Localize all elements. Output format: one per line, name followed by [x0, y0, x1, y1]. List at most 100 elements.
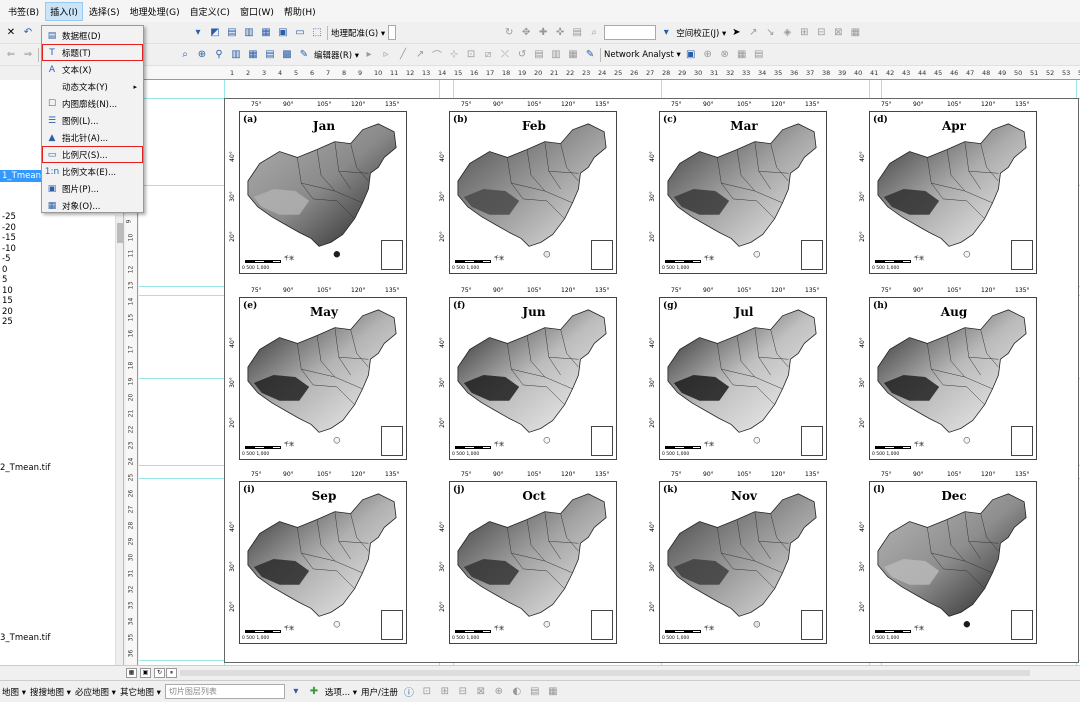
directions-icon[interactable]: ▤ [752, 48, 766, 62]
map-frame[interactable]: (b) Feb 千米 0 500 1,000 [449, 111, 617, 274]
tool-e-icon[interactable]: ⊕ [492, 685, 506, 699]
map-panel[interactable]: 75° 90° 105° 120° 135° 40° 30° 20° (k) Nov 千米 0 500… [645, 471, 828, 644]
modify-link-icon[interactable]: ↘ [763, 26, 777, 40]
map-panel[interactable]: 75° 90° 105° 120° 135° 40° 30° 20° (d) Apr 千米 0 500… [855, 101, 1038, 274]
pencil-icon[interactable]: ✎ [583, 48, 597, 62]
tile-dropdown-icon[interactable]: ▾ [289, 685, 303, 699]
view-link-table-icon[interactable]: ▤ [570, 26, 584, 40]
network-analyst-dropdown[interactable]: Network Analyst ▾ [604, 50, 681, 60]
insert-menu-item[interactable]: ▦ 对象(O)... [42, 197, 143, 214]
create-viewer-icon[interactable]: ▩ [280, 48, 294, 62]
map-frame[interactable]: (l) Dec 千米 0 500 1,000 [869, 481, 1037, 644]
info-icon[interactable]: ⓘ [402, 685, 416, 699]
map-frame[interactable]: (j) Oct 千米 0 500 1,000 [449, 481, 617, 644]
data-view-icon[interactable]: ▦ [126, 668, 137, 678]
arrow-left-icon[interactable]: ⇐ [4, 48, 18, 62]
insert-menu-item[interactable]: ☐ 内图廓线(N)... [42, 95, 143, 112]
rotate-tool-icon[interactable]: ↺ [515, 48, 529, 62]
view-link-table2-icon[interactable]: ▦ [848, 26, 862, 40]
map-panel[interactable]: 75° 90° 105° 120° 135° 40° 30° 20° (h) Aug 千米 0 500… [855, 287, 1038, 460]
create-network-location-icon[interactable]: ⊕ [701, 48, 715, 62]
arctoolbox-icon[interactable]: ▣ [276, 26, 290, 40]
editor-pencil-icon[interactable]: ✎ [297, 48, 311, 62]
shift-icon[interactable]: ✥ [519, 26, 533, 40]
georef-layer-select[interactable] [388, 25, 397, 40]
tile-layer-list[interactable]: 切片图层列表 [164, 684, 285, 699]
map-panel[interactable]: 75° 90° 105° 120° 135° 40° 30° 20° (j) Oct 千米 0 500… [435, 471, 618, 644]
tool-a-icon[interactable]: ⊡ [420, 685, 434, 699]
map-panel[interactable]: 75° 90° 105° 120° 135° 40° 30° 20° (i) Sep 千米 0 500… [225, 471, 408, 644]
tool-g-icon[interactable]: ▤ [528, 685, 542, 699]
tool-b-icon[interactable]: ⊞ [438, 685, 452, 699]
select-move-location-icon[interactable]: ⊗ [718, 48, 732, 62]
trace-icon[interactable]: ⌒ [430, 48, 444, 62]
spatial-adjustment-dropdown[interactable]: 空间校正(J) ▾ [676, 27, 726, 39]
new-displacement-link-icon[interactable]: ↗ [746, 26, 760, 40]
insert-menu-item[interactable]: ▤ 数据框(D) [42, 27, 143, 44]
editor-dropdown[interactable]: 编辑器(R) ▾ [314, 49, 359, 61]
toc-window-icon[interactable]: ▤ [225, 26, 239, 40]
refresh-icon[interactable]: ↻ [154, 668, 165, 678]
edit-vertices-icon[interactable]: ⊹ [447, 48, 461, 62]
tool-f-icon[interactable]: ◐ [510, 685, 524, 699]
tool-h-icon[interactable]: ▦ [546, 685, 560, 699]
map-frame[interactable]: (k) Nov 千米 0 500 1,000 [659, 481, 827, 644]
split-icon[interactable]: ⤫ [498, 48, 512, 62]
insert-menu-item[interactable]: ▣ 图片(P)... [42, 180, 143, 197]
map-dropdown[interactable]: 地图 ▾ [2, 686, 26, 698]
insert-menu-item[interactable]: ▲ 指北针(A)... [42, 129, 143, 146]
rotate-icon[interactable]: ↻ [502, 26, 516, 40]
undo-icon[interactable]: ↶ [21, 26, 35, 40]
straight-segment-icon[interactable]: ╱ [396, 48, 410, 62]
map-panel[interactable]: 75° 90° 105° 120° 135° 40° 30° 20° (a) Jan 千米 0 500… [225, 101, 408, 274]
find-route-icon[interactable]: ⊕ [195, 48, 209, 62]
edit-tool-icon[interactable]: ▸ [362, 48, 376, 62]
menu-insert[interactable]: 插入(I) [45, 1, 83, 21]
menu-bookmarks[interactable]: 书签(B) [4, 3, 43, 20]
menu-selection[interactable]: 选择(S) [85, 3, 124, 20]
search-window-icon[interactable]: ▦ [259, 26, 273, 40]
menu-geoprocessing[interactable]: 地理处理(G) [126, 3, 184, 20]
map-frame[interactable]: (a) Jan 千米 0 500 1,000 [239, 111, 407, 274]
layout-view-icon[interactable]: ▣ [140, 668, 151, 678]
delete-icon[interactable]: ✕ [4, 26, 18, 40]
sketch-properties-icon[interactable]: ▥ [549, 48, 563, 62]
options-dropdown[interactable]: 选项... ▾ [325, 686, 357, 698]
map-frame[interactable]: (h) Aug 千米 0 500 1,000 [869, 297, 1037, 460]
map-panel[interactable]: 75° 90° 105° 120° 135° 40° 30° 20° (l) Dec 千米 0 500… [855, 471, 1038, 644]
menu-window[interactable]: 窗口(W) [236, 3, 278, 20]
georef-transform-field[interactable] [604, 25, 657, 40]
clear-limited-icon[interactable]: ⊠ [831, 26, 845, 40]
insert-menu-item[interactable]: 动态文本(Y) ▸ [42, 78, 143, 95]
toc-scroll-thumb[interactable] [117, 223, 123, 243]
map-frame[interactable]: (i) Sep 千米 0 500 1,000 [239, 481, 407, 644]
scale-dropdown-icon[interactable]: ▾ [191, 26, 205, 40]
arrow-right-icon[interactable]: ⇒ [21, 48, 35, 62]
map-frame[interactable]: (c) Mar 千米 0 500 1,000 [659, 111, 827, 274]
map-panel[interactable]: 75° 90° 105° 120° 135° 40° 30° 20° (f) Jun 千米 0 500… [435, 287, 618, 460]
add-tile-icon[interactable]: ✚ [307, 685, 321, 699]
tool-c-icon[interactable]: ⊟ [456, 685, 470, 699]
layout-view[interactable]: 75° 90° 105° 120° 135° 40° 30° 20° (a) Jan 千米 0 500… [139, 80, 1080, 665]
new-limited-adjustment-icon[interactable]: ⊟ [814, 26, 828, 40]
other-map-dropdown[interactable]: 其它地图 ▾ [120, 686, 161, 698]
reshape-icon[interactable]: ⊡ [464, 48, 478, 62]
insert-menu-item[interactable]: ▭ 比例尺(S)... [42, 146, 143, 163]
toc-layer-2[interactable]: 2_Tmean.tif [0, 463, 50, 473]
map-panel[interactable]: 75° 90° 105° 120° 135° 40° 30° 20° (c) Mar 千米 0 500… [645, 101, 828, 274]
soso-map-dropdown[interactable]: 搜搜地图 ▾ [30, 686, 71, 698]
insert-menu-item[interactable]: ☰ 图例(L)... [42, 112, 143, 129]
binoculars-icon[interactable]: ⌕ [178, 48, 192, 62]
bing-map-dropdown[interactable]: 必应地图 ▾ [75, 686, 116, 698]
layout-page[interactable]: 75° 90° 105° 120° 135° 40° 30° 20° (a) Jan 千米 0 500… [224, 98, 1079, 663]
attributes-icon[interactable]: ▤ [532, 48, 546, 62]
transform-dropdown-icon[interactable]: ▾ [659, 26, 673, 40]
zoom-icon[interactable]: ⌕ [587, 26, 601, 40]
user-register-label[interactable]: 用户/注册 [361, 686, 398, 698]
map-frame[interactable]: (g) Jul 千米 0 500 1,000 [659, 297, 827, 460]
create-features-icon[interactable]: ▦ [566, 48, 580, 62]
hyperlink-icon[interactable]: ⚲ [212, 48, 226, 62]
georeferencing-dropdown[interactable]: 地理配准(G) ▾ [331, 27, 385, 39]
map-frame[interactable]: (e) May 千米 0 500 1,000 [239, 297, 407, 460]
solve-icon[interactable]: ▦ [735, 48, 749, 62]
